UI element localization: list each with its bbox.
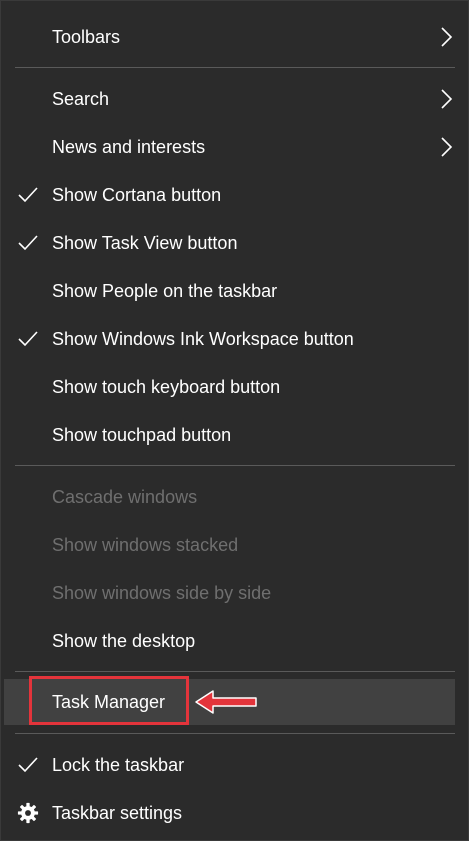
menu-item-label: Show touch keyboard button: [52, 377, 281, 397]
menu-item-show-the-desktop[interactable]: Show the desktop: [1, 617, 468, 665]
menu-item-label: Show windows stacked: [52, 535, 239, 555]
menu-item-label: Task Manager: [52, 692, 166, 712]
menu-separator: [15, 733, 455, 734]
menu-separator: [15, 67, 455, 68]
checkmark-icon: [18, 331, 38, 347]
menu-item-show-touchpad-button[interactable]: Show touchpad button: [1, 411, 468, 459]
menu-item-cascade-windows: Cascade windows: [1, 473, 468, 521]
menu-item-label: Search: [52, 89, 110, 109]
chevron-right-icon: [441, 27, 453, 47]
menu-item-search[interactable]: Search: [1, 75, 468, 123]
menu-item-news-and-interests[interactable]: News and interests: [1, 123, 468, 171]
chevron-right-icon: [441, 137, 453, 157]
menu-item-show-touch-keyboard-button[interactable]: Show touch keyboard button: [1, 363, 468, 411]
menu-item-show-windows-stacked: Show windows stacked: [1, 521, 468, 569]
menu-item-label: Toolbars: [52, 27, 121, 47]
gear-icon: [17, 802, 39, 824]
menu-item-label: Show People on the taskbar: [52, 281, 278, 301]
menu-separator: [15, 671, 455, 672]
menu-item-show-windows-ink-workspace-button[interactable]: Show Windows Ink Workspace button: [1, 315, 468, 363]
menu-item-lock-the-taskbar[interactable]: Lock the taskbar: [1, 741, 468, 789]
menu-item-label: Lock the taskbar: [52, 755, 185, 775]
menu-item-label: Show Windows Ink Workspace button: [52, 329, 354, 349]
menu-item-label: Show Task View button: [52, 233, 238, 253]
menu-item-label: Cascade windows: [52, 487, 198, 507]
menu-item-label: Show windows side by side: [52, 583, 272, 603]
menu-separator: [15, 465, 455, 466]
menu-item-label: Show the desktop: [52, 631, 196, 651]
taskbar-context-menu: Toolbars Search News and interests Show …: [0, 0, 469, 841]
menu-item-task-manager[interactable]: Task Manager: [4, 679, 455, 725]
menu-item-show-cortana-button[interactable]: Show Cortana button: [1, 171, 468, 219]
menu-item-show-people[interactable]: Show People on the taskbar: [1, 267, 468, 315]
menu-item-show-task-view-button[interactable]: Show Task View button: [1, 219, 468, 267]
menu-item-taskbar-settings[interactable]: Taskbar settings: [1, 789, 468, 837]
menu-item-label: News and interests: [52, 137, 206, 157]
menu-item-label: Show touchpad button: [52, 425, 232, 445]
menu-item-show-windows-side-by-side: Show windows side by side: [1, 569, 468, 617]
checkmark-icon: [18, 235, 38, 251]
menu-item-label: Taskbar settings: [52, 803, 183, 823]
checkmark-icon: [18, 187, 38, 203]
menu-item-toolbars[interactable]: Toolbars: [1, 13, 468, 61]
checkmark-icon: [18, 757, 38, 773]
chevron-right-icon: [441, 89, 453, 109]
menu-item-label: Show Cortana button: [52, 185, 222, 205]
